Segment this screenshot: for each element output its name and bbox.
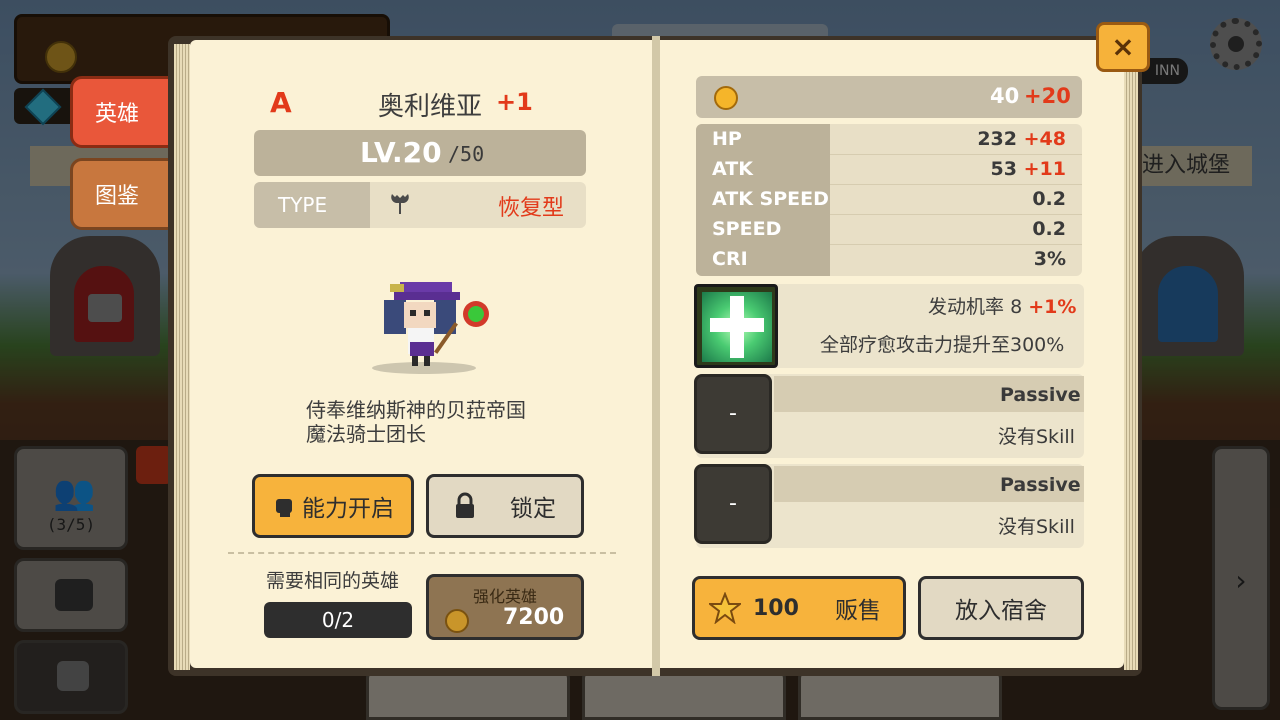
ability-unlock-button[interactable]: 能力开启 xyxy=(252,474,414,538)
stat-value: 232 +48 xyxy=(977,128,1066,150)
required-heroes-count: 0/2 xyxy=(264,602,412,638)
stat-row: ATK SPEED 0.2 xyxy=(696,184,1082,214)
sell-price: 100 xyxy=(753,595,799,621)
hero-level: LV.20 xyxy=(360,136,442,169)
stat-label: SPEED xyxy=(712,218,782,240)
stat-value: 3% xyxy=(1033,248,1066,270)
stat-row: HP 232 +48 xyxy=(696,124,1082,154)
hero-name: 奥利维亚 xyxy=(378,92,483,122)
hero-sprite xyxy=(384,282,489,366)
stat-label: ATK SPEED xyxy=(712,188,829,210)
move-to-dorm-button[interactable]: 放入宿舍 xyxy=(918,576,1084,640)
wrench-icon xyxy=(391,194,409,214)
stat-label: CRI xyxy=(712,248,748,270)
skill-activation-chance: 发动机率 8 +1% xyxy=(928,296,1077,318)
hero-description: 侍奉维纳斯神的贝菈帝国 魔法骑士团长 xyxy=(306,398,526,446)
stat-value: 0.2 xyxy=(1032,218,1066,240)
star-icon xyxy=(709,592,741,624)
passive-skill-slot[interactable]: - xyxy=(694,374,772,454)
tab-heroes[interactable]: 英雄 xyxy=(70,76,180,148)
gold-coin-icon xyxy=(714,86,738,110)
gold-coin-icon xyxy=(445,609,469,633)
skill-description: 全部疗愈攻击力提升至300% xyxy=(820,334,1065,356)
fist-icon xyxy=(276,499,292,517)
divider xyxy=(228,552,616,554)
stat-label: HP xyxy=(712,128,742,150)
sell-button[interactable]: 100 贩售 xyxy=(692,576,906,640)
stat-label: ATK xyxy=(712,158,753,180)
padlock-icon xyxy=(456,492,474,518)
hero-grade: A xyxy=(270,86,292,119)
close-button[interactable]: × xyxy=(1096,22,1150,72)
stat-row: SPEED 0.2 xyxy=(696,214,1082,244)
tab-collection[interactable]: 图鉴 xyxy=(70,158,180,230)
passive-skill-slot[interactable]: - xyxy=(694,464,772,544)
enhance-cost: 7200 xyxy=(503,605,565,630)
hero-enhance-level: +1 xyxy=(496,88,533,116)
stat-value: 53 +11 xyxy=(990,158,1066,180)
passive-title: Passive xyxy=(1000,474,1081,496)
passive-title: Passive xyxy=(1000,384,1081,406)
passive-text: 没有Skill xyxy=(998,426,1075,448)
stat-row: ATK 53 +11 xyxy=(696,154,1082,184)
enhance-hero-button[interactable]: 强化英雄 7200 xyxy=(426,574,584,640)
required-heroes-label: 需要相同的英雄 xyxy=(266,570,400,592)
hero-level-max: /50 xyxy=(448,142,485,166)
stat-value: 0.2 xyxy=(1032,188,1066,210)
hero-type: 恢复型 xyxy=(498,196,565,221)
type-label: TYPE xyxy=(278,193,328,217)
lock-button[interactable]: 锁定 xyxy=(426,474,584,538)
passive-text: 没有Skill xyxy=(998,516,1075,538)
stat-row: CRI 3% xyxy=(696,244,1082,274)
coin-bonus: +20 xyxy=(1024,84,1071,108)
coin-value: 40 xyxy=(990,84,1020,108)
